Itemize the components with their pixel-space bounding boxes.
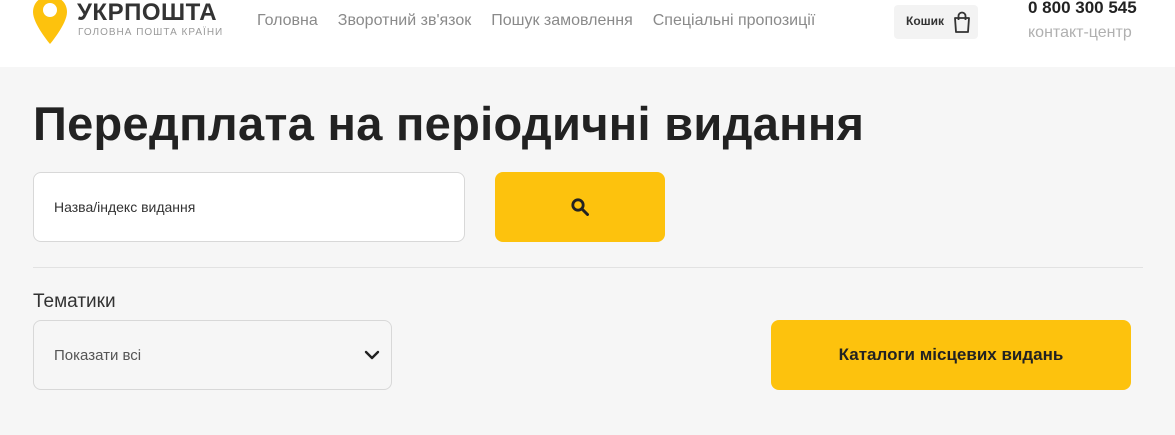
search-button[interactable]: [495, 172, 665, 242]
logo-title: УКРПОШТА: [77, 0, 218, 26]
main-nav: Головна Зворотний зв'язок Пошук замовлен…: [257, 12, 835, 30]
topics-label: Тематики: [33, 291, 116, 312]
nav-link-order-search[interactable]: Пошук замовлення: [491, 12, 633, 30]
topics-select[interactable]: Показати всі: [33, 320, 392, 390]
local-catalogs-button[interactable]: Каталоги місцевих видань: [771, 320, 1131, 390]
logo-subtitle: ГОЛОВНА ПОШТА КРАЇНИ: [78, 27, 224, 38]
phone-number[interactable]: 0 800 300 545: [1028, 0, 1137, 18]
nav-link-home[interactable]: Головна: [257, 12, 318, 30]
site-header: УКРПОШТА ГОЛОВНА ПОШТА КРАЇНИ Головна Зв…: [0, 0, 1175, 67]
cart-label: Кошик: [906, 14, 945, 28]
search-icon: [571, 198, 589, 216]
contact-center-label: контакт-центр: [1028, 24, 1132, 41]
section-divider: [33, 267, 1143, 268]
chevron-down-icon: [364, 350, 380, 360]
nav-link-feedback[interactable]: Зворотний зв'язок: [338, 12, 471, 30]
ukrposhta-logo[interactable]: УКРПОШТА ГОЛОВНА ПОШТА КРАЇНИ: [32, 0, 232, 48]
shopping-bag-icon: [954, 11, 970, 33]
search-input[interactable]: [33, 172, 465, 242]
topics-selected-value: Показати всі: [54, 347, 142, 364]
nav-link-special-offers[interactable]: Спеціальні пропозиції: [653, 12, 816, 30]
page-title: Передплата на періодичні видання: [33, 97, 865, 150]
location-pin-icon: [33, 0, 67, 44]
cart-button[interactable]: Кошик: [894, 5, 978, 39]
